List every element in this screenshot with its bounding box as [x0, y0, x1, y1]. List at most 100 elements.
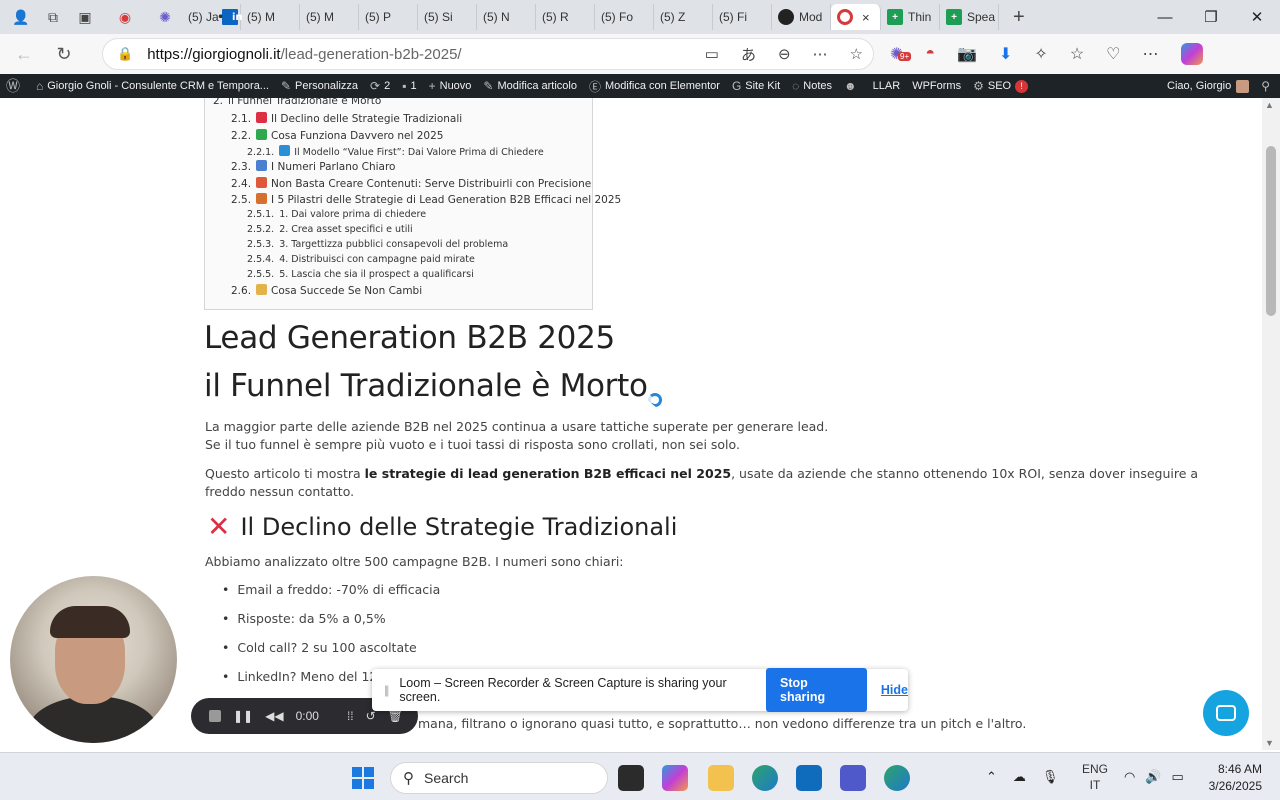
extensions-icon[interactable]: ✧: [1034, 44, 1047, 64]
wp-seo[interactable]: ⚙ SEO!: [967, 79, 1034, 93]
hide-link[interactable]: Hide: [881, 683, 908, 697]
tab-after-0[interactable]: + Thin: [881, 4, 940, 30]
tab-5[interactable]: in(5) N: [222, 4, 536, 30]
delete-icon[interactable]: 🗑: [388, 709, 403, 723]
rewind-icon[interactable]: ◀◀: [265, 709, 283, 723]
toc-link[interactable]: 2.3. I Numeri Parlano Chiaro: [231, 160, 395, 173]
download-icon[interactable]: ⬇: [999, 44, 1012, 64]
wp-elementor[interactable]: Ⓔ Modifica con Elementor: [583, 78, 726, 95]
battery-icon[interactable]: ▭: [1172, 769, 1184, 785]
toc-link[interactable]: 2.1. Il Declino delle Strategie Tradizion…: [231, 112, 462, 125]
wp-robot-icon[interactable]: ☻: [838, 79, 867, 93]
file-explorer-icon[interactable]: [708, 765, 734, 791]
tab-after-1[interactable]: + Spea: [940, 4, 999, 30]
tab-3[interactable]: in(5) P: [222, 4, 418, 30]
record-tab-icon[interactable]: ◉: [114, 6, 136, 28]
tab-2[interactable]: in(5) M: [222, 4, 359, 30]
favorite-star-icon[interactable]: ☆: [850, 45, 863, 63]
workspaces-icon[interactable]: ⧉: [42, 6, 64, 28]
restore-icon[interactable]: ❐: [1188, 0, 1234, 34]
tray-chevron-icon[interactable]: ⌃: [986, 769, 997, 785]
volume-icon[interactable]: 🔊: [1145, 769, 1161, 785]
close-window-icon[interactable]: ✕: [1234, 0, 1280, 34]
clock[interactable]: 8:46 AM 3/26/2025: [1209, 761, 1262, 795]
wifi-icon[interactable]: ◠: [1124, 769, 1135, 785]
wp-new[interactable]: + Nuovo: [423, 79, 478, 93]
stop-recording-icon[interactable]: [209, 710, 221, 722]
edge-icon[interactable]: [752, 765, 778, 791]
camera-icon[interactable]: 📷: [957, 44, 977, 64]
profile-icon[interactable]: 👤: [10, 6, 32, 28]
tab-active[interactable]: ×: [831, 4, 881, 30]
wp-llar[interactable]: LLAR: [867, 80, 907, 92]
lock-icon[interactable]: 🔒: [117, 46, 133, 62]
toc-link[interactable]: 2.5.5. 5. Lascia che sia il prospect a qu…: [247, 269, 474, 280]
minimize-icon[interactable]: —: [1142, 0, 1188, 34]
outlook-icon[interactable]: [796, 765, 822, 791]
language-indicator[interactable]: ENG IT: [1082, 761, 1108, 793]
copilot-app-icon[interactable]: [662, 765, 688, 791]
toc-link[interactable]: 2.2.1. Il Modello “Value First”: Dai Valo…: [247, 145, 544, 158]
wp-wpforms[interactable]: WPForms: [906, 80, 967, 92]
stop-sharing-button[interactable]: Stop sharing: [766, 668, 867, 712]
zoom-out-icon[interactable]: ⊖: [778, 45, 791, 63]
toc-link[interactable]: 2.2. Cosa Funziona Davvero nel 2025: [231, 129, 443, 142]
tab-9[interactable]: in (5) Fi: [222, 4, 772, 30]
tab-7[interactable]: in(5) Fo: [222, 4, 654, 30]
pokeball-icon[interactable]: ◓: [925, 45, 935, 63]
reload-icon[interactable]: ↻: [48, 38, 80, 70]
scroll-up-icon[interactable]: ▲: [1265, 100, 1274, 110]
back-icon[interactable]: ←: [8, 38, 40, 70]
grid-icon[interactable]: ⁞⁞: [347, 709, 354, 723]
more-icon[interactable]: ⋯: [813, 45, 828, 63]
drag-handle-icon[interactable]: |||: [384, 683, 390, 697]
wp-notes[interactable]: ◌ Notes: [786, 79, 838, 93]
favorites-icon[interactable]: ☆: [1070, 44, 1084, 64]
translate-icon[interactable]: あ: [741, 44, 756, 65]
wp-sitekit[interactable]: G Site Kit: [726, 79, 786, 93]
page-scrollbar[interactable]: ▲ ▼: [1262, 98, 1280, 750]
settings-tab-icon[interactable]: ✺: [154, 6, 176, 28]
edge-active-icon[interactable]: [884, 765, 910, 791]
toc-link[interactable]: 2.6. Cosa Succede Se Non Cambi: [231, 284, 422, 297]
extension-gear-icon[interactable]: ✺ 9+: [890, 44, 912, 64]
video-icon[interactable]: ▭: [705, 45, 719, 63]
wp-account[interactable]: Ciao, Giorgio: [1161, 79, 1255, 93]
tab-6[interactable]: in(5) R: [222, 4, 595, 30]
tab-8[interactable]: in(5) Z: [222, 4, 713, 30]
wp-edit-post[interactable]: ✎ Modifica articolo: [477, 79, 583, 93]
wp-comments[interactable]: ▪ 1: [396, 79, 422, 93]
pause-icon[interactable]: ❚❚: [233, 709, 253, 723]
new-tab-icon[interactable]: +: [1013, 6, 1025, 29]
webcam-bubble[interactable]: [10, 576, 177, 743]
tab-actions-icon[interactable]: ▣: [74, 6, 96, 28]
toc-link[interactable]: 2.5.3. 3. Targettizza pubblici consapevol…: [247, 239, 508, 250]
onedrive-icon[interactable]: ☁: [1013, 769, 1026, 785]
taskbar-search[interactable]: ⚲ Search: [390, 762, 608, 794]
tab-4[interactable]: in(5) Si: [222, 4, 477, 30]
restart-icon[interactable]: ↺: [366, 709, 376, 723]
toc-link[interactable]: 2.5.4. 4. Distribuisci con campagne paid …: [247, 254, 475, 265]
wp-site-link[interactable]: ⌂ Giorgio Gnoli - Consulente CRM e Tempor…: [30, 79, 275, 93]
scroll-thumb[interactable]: [1266, 146, 1276, 316]
chat-widget-button[interactable]: [1203, 690, 1249, 736]
url-field[interactable]: 🔒 https://giorgiognoli.it/lead-generatio…: [102, 38, 874, 70]
task-view-icon[interactable]: [618, 765, 644, 791]
teams-icon[interactable]: [840, 765, 866, 791]
tab-1[interactable]: in(5) M: [222, 4, 300, 30]
toc-link[interactable]: 2. il Funnel Tradizionale è Morto: [213, 98, 381, 107]
copilot-icon[interactable]: [1180, 43, 1203, 65]
tab-10[interactable]: Mod: [772, 4, 831, 30]
microphone-icon[interactable]: 🎙: [1042, 769, 1059, 785]
toc-link[interactable]: 2.4. Non Basta Creare Contenuti: Serve Di…: [231, 177, 591, 190]
toc-link[interactable]: 2.5. I 5 Pilastri delle Strategie di Lead…: [231, 193, 621, 206]
toc-link[interactable]: 2.5.1. 1. Dai valore prima di chiedere: [247, 209, 426, 220]
windows-start-icon[interactable]: [352, 767, 374, 789]
wp-logo-icon[interactable]: Ⓦ: [0, 76, 30, 96]
wp-customize[interactable]: ✎ Personalizza: [275, 79, 364, 93]
scroll-down-icon[interactable]: ▼: [1265, 738, 1274, 748]
close-tab-icon[interactable]: ×: [862, 10, 870, 25]
menu-dots-icon[interactable]: ⋯: [1143, 44, 1159, 64]
toc-link[interactable]: 2.5.2. 2. Crea asset specifici e utili: [247, 224, 413, 235]
heart-health-icon[interactable]: ♡: [1106, 44, 1120, 64]
